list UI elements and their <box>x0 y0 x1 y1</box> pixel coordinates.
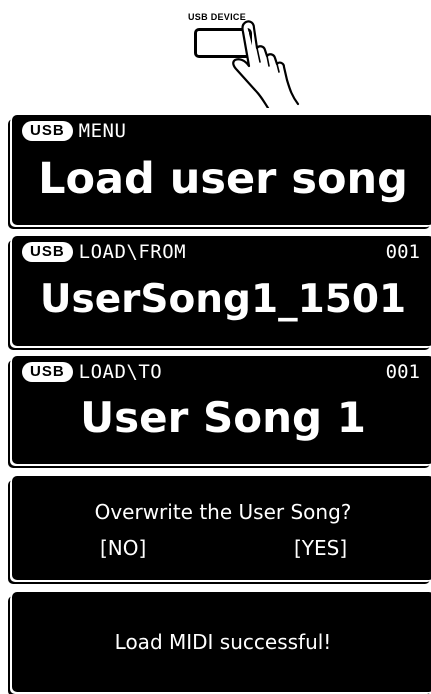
lcd-panel-result: Load MIDI successful! <box>12 592 431 692</box>
panel-header-label: LOAD\FROM <box>78 241 187 263</box>
panel-header: USB MENU <box>22 121 126 141</box>
overwrite-question: Overwrite the User Song? <box>94 500 352 524</box>
panel-main-text: UserSong1_1501 <box>39 277 407 322</box>
lcd-panel-load-from: USB LOAD\FROM 001 UserSong1_1501 <box>12 236 431 346</box>
pointing-hand-icon <box>232 20 300 108</box>
panel-main-text: User Song 1 <box>80 393 366 442</box>
panel-header-label: MENU <box>78 120 127 142</box>
panel-main-text: Load user song <box>38 154 408 204</box>
lcd-panel-load-to: USB LOAD\TO 001 User Song 1 <box>12 356 431 464</box>
lcd-panel-menu: USB MENU Load user song <box>12 115 431 225</box>
panel-counter: 001 <box>385 361 420 383</box>
result-message: Load MIDI successful! <box>114 630 332 654</box>
usb-badge: USB <box>22 362 73 382</box>
lcd-panel-overwrite-confirm: Overwrite the User Song? [NO] [YES] <box>12 476 431 580</box>
panel-header: USB LOAD\FROM <box>22 242 186 262</box>
usb-device-button-illustration: USB DEVICE <box>150 4 320 108</box>
yes-option[interactable]: [YES] <box>294 536 347 560</box>
no-option[interactable]: [NO] <box>100 536 146 560</box>
panel-counter: 001 <box>385 241 420 263</box>
panel-header: USB LOAD\TO <box>22 362 162 382</box>
usb-badge: USB <box>22 242 73 262</box>
panel-header-label: LOAD\TO <box>78 361 163 383</box>
usb-badge: USB <box>22 121 73 141</box>
